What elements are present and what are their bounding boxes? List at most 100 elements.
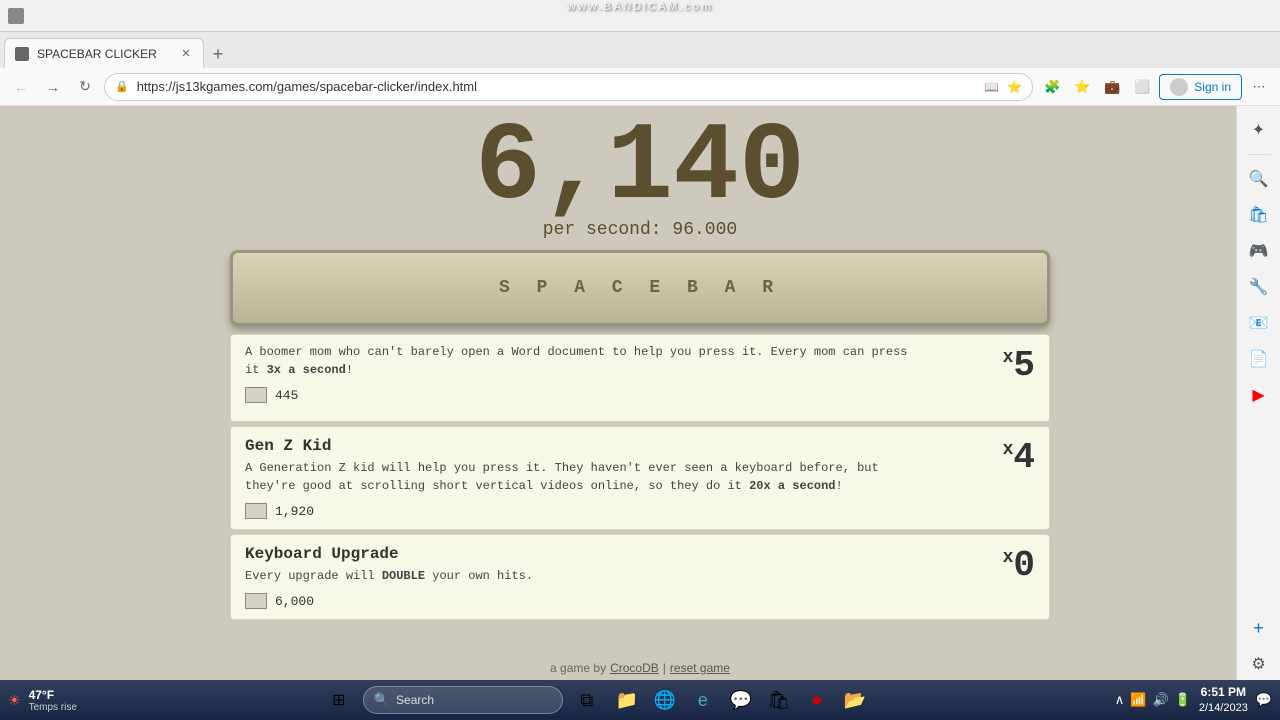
collections-icon[interactable]: 💼 [1099,74,1125,100]
taskbar-center: ⊞ 🔍 Search ⧉ 📁 🌐 e 💬 🛍 ⏺ 📂 [77,682,1115,718]
sidebar-shopping-icon[interactable]: 🛍 [1243,199,1275,231]
keyboard-desc: Every upgrade will DOUBLE your own hits. [245,567,1035,585]
address-bar[interactable]: 🔒 https://js13kgames.com/games/spacebar-… [104,73,1033,101]
browser-content: 6,140 per second: 96.000 S P A C E B A R… [0,106,1280,680]
volume-icon[interactable]: 🔊 [1153,692,1169,708]
nav-right-icons: 🧩 ⭐ 💼 ⬜ Sign in ⋯ [1039,74,1272,100]
menu-button[interactable]: ⋯ [1246,74,1272,100]
clock[interactable]: 6:51 PM 2/14/2023 [1199,685,1248,715]
favorites-icon: ⭐ [1007,80,1022,94]
copilot-icon[interactable]: ✦ [1243,114,1275,146]
split-screen-icon[interactable]: ⬜ [1129,74,1155,100]
score-display: 6,140 per second: 96.000 [475,106,805,240]
partial-cost-icon [245,387,267,403]
sidebar-settings-icon[interactable]: ⚙ [1243,648,1275,680]
partial-card-desc: A boomer mom who can't barely open a Wor… [245,343,1035,379]
windows-store-icon[interactable]: 🛍 [763,684,795,716]
sidebar-office-icon[interactable]: 📄 [1243,343,1275,375]
system-tray: ∧ 📶 🔊 🔋 [1115,692,1191,708]
network-icon[interactable]: 📶 [1130,692,1146,708]
spacebar-label: S P A C E B A R [499,278,781,298]
gen-z-title: Gen Z Kid [245,437,1035,455]
keyboard-cost-icon [245,593,267,609]
sidebar-search-icon[interactable]: 🔍 [1243,163,1275,195]
edge-icon[interactable]: e [687,684,719,716]
tab-close-button[interactable]: ✕ [179,47,193,61]
gen-z-desc-line2: they're good at scrolling short vertical… [245,479,843,493]
crocodb-link[interactable]: CrocoDB [610,661,659,675]
keyboard-count: x0 [1003,545,1035,586]
favorites-button[interactable]: ⭐ [1069,74,1095,100]
sidebar-tools-icon[interactable]: 🔧 [1243,271,1275,303]
nav-bar: ← → ↻ 🔒 https://js13kgames.com/games/spa… [0,68,1280,106]
footer: a game by CrocoDB | reset game [0,656,1280,680]
forward-button[interactable]: → [40,74,66,100]
partial-cost-value: 445 [275,388,298,403]
discord-icon[interactable]: 💬 [725,684,757,716]
sidebar-add-button[interactable]: + [1243,612,1275,644]
tab-bar: SPACEBAR CLICKER ✕ + [0,32,1280,68]
gen-z-upgrade-card[interactable]: x4 Gen Z Kid A Generation Z kid will hel… [230,426,1050,530]
weather-desc: Temps rise [29,702,77,713]
partial-cost-row: 445 [245,387,1035,403]
gen-z-count-prefix: x [1003,440,1014,460]
url-text: https://js13kgames.com/games/spacebar-cl… [137,79,977,94]
gen-z-desc-line1: A Generation Z kid will help you press i… [245,461,879,475]
title-bar [0,0,1280,32]
taskbar: ☀ 47°F Temps rise ⊞ 🔍 Search ⧉ 📁 🌐 e 💬 🛍… [0,680,1280,720]
gen-z-desc: A Generation Z kid will help you press i… [245,459,1035,495]
extensions-icon[interactable]: 🧩 [1039,74,1065,100]
gen-z-cost-value: 1,920 [275,504,314,519]
keyboard-cost-value: 6,000 [275,594,314,609]
lock-icon: 🔒 [115,80,129,93]
sidebar-games-icon[interactable]: 🎮 [1243,235,1275,267]
partial-count-prefix: x [1003,348,1014,368]
browser-tab[interactable]: SPACEBAR CLICKER ✕ [4,38,204,68]
partial-upgrade-count: x5 [1003,345,1035,386]
partial-desc-line1: A boomer mom who can't barely open a Wor… [245,345,908,359]
sign-in-button[interactable]: Sign in [1159,74,1242,100]
file-explorer-icon[interactable]: 📁 [611,684,643,716]
reset-game-link[interactable]: reset game [670,661,730,675]
tab-favicon [15,47,29,61]
per-second-value: 96.000 [672,220,737,240]
start-button[interactable]: ⊞ [321,682,357,718]
gen-z-cost-row: 1,920 [245,503,1035,519]
folder-icon-2[interactable]: 📂 [839,684,871,716]
taskbar-left: ☀ 47°F Temps rise [8,688,77,713]
weather-temp: 47°F [29,688,77,702]
clock-time: 6:51 PM [1199,685,1248,701]
sidebar-outlook-icon[interactable]: 📧 [1243,307,1275,339]
search-icon: 🔍 [374,692,390,708]
gen-z-cost-icon [245,503,267,519]
score-number: 6,140 [475,114,805,224]
back-button[interactable]: ← [8,74,34,100]
sidebar-youtube-icon[interactable]: ▶ [1243,379,1275,411]
gen-z-count: x4 [1003,437,1035,478]
per-second-label: per second: [543,220,662,240]
clock-date: 2/14/2023 [1199,701,1248,715]
reader-icon: 📖 [984,80,999,94]
partial-desc-bold: it 3x a second! [245,363,353,377]
partial-upgrade-card[interactable]: x5 A boomer mom who can't barely open a … [230,334,1050,422]
spacebar-button[interactable]: S P A C E B A R [230,250,1050,326]
taskbar-right: ∧ 📶 🔊 🔋 6:51 PM 2/14/2023 💬 [1115,685,1272,715]
taskbar-search[interactable]: 🔍 Search [363,686,563,714]
tab-title: SPACEBAR CLICKER [37,47,157,61]
search-placeholder: Search [396,693,434,707]
refresh-button[interactable]: ↻ [72,74,98,100]
battery-icon[interactable]: 🔋 [1175,692,1191,708]
keyboard-cost-row: 6,000 [245,593,1035,609]
keyboard-count-value: 0 [1013,545,1035,586]
keyboard-upgrade-card[interactable]: x0 Keyboard Upgrade Every upgrade will D… [230,534,1050,620]
notification-icon[interactable]: 💬 [1256,692,1272,708]
new-tab-button[interactable]: + [204,40,232,68]
keyboard-title: Keyboard Upgrade [245,545,1035,563]
weather-icon: ☀ [8,692,21,709]
tray-overflow[interactable]: ∧ [1115,692,1125,708]
chrome-icon[interactable]: 🌐 [649,684,681,716]
obs-icon[interactable]: ⏺ [801,684,833,716]
task-view-button[interactable]: ⧉ [569,682,605,718]
keyboard-count-prefix: x [1003,548,1014,568]
upgrades-container: x5 A boomer mom who can't barely open a … [230,334,1050,680]
